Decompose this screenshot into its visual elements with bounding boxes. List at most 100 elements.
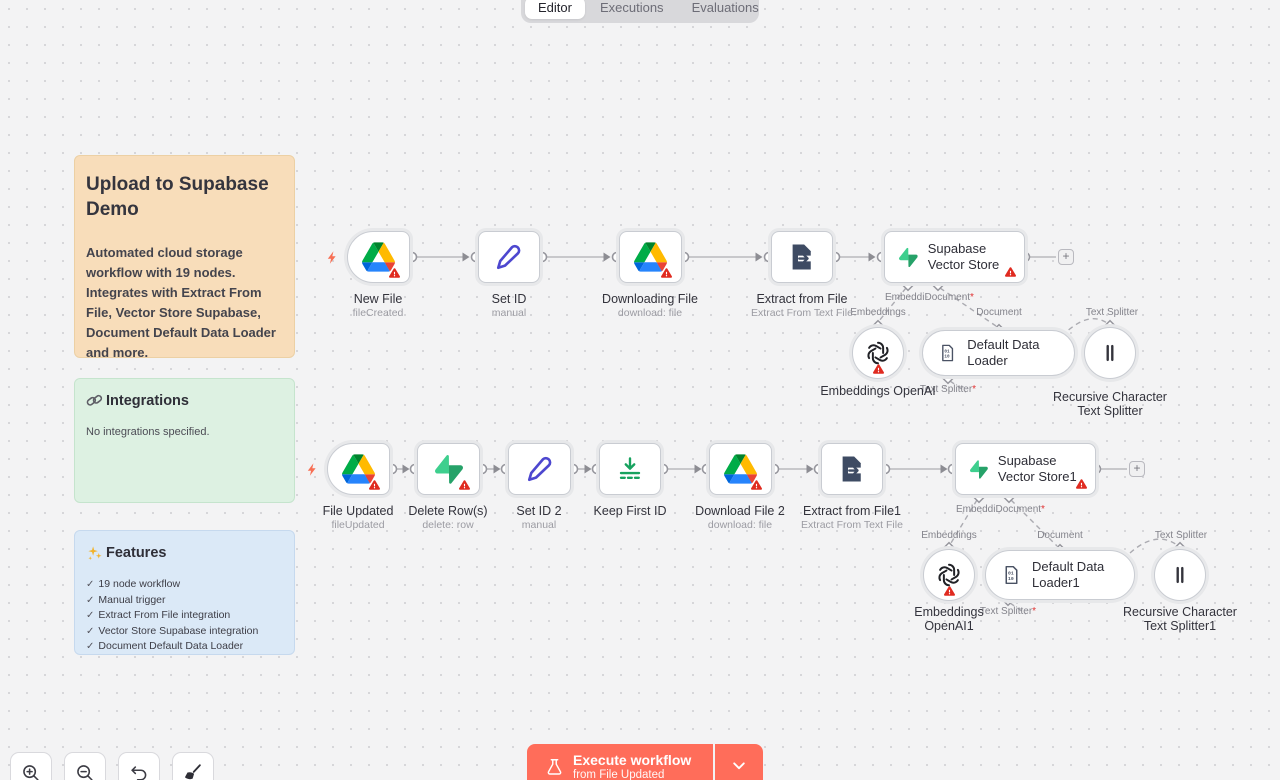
- node-set-id-2[interactable]: [508, 443, 571, 495]
- warning-icon: [872, 363, 885, 375]
- feature-item: ✓Extract From File integration: [86, 608, 283, 624]
- warning-icon: [1004, 266, 1017, 278]
- check-icon: ✓: [86, 595, 94, 606]
- port-label: Document: [969, 307, 1029, 318]
- note-title: Integrations: [106, 393, 189, 409]
- node-label: Embeddings OpenAI1: [889, 605, 1009, 634]
- node-label: Download File 2: [680, 504, 800, 518]
- note-title: Upload to Supabase Demo: [86, 173, 283, 222]
- check-icon: ✓: [86, 579, 94, 590]
- text-splitter-icon: [1099, 341, 1121, 365]
- warning-icon: [1075, 478, 1088, 490]
- text-splitter-icon: [1169, 563, 1191, 587]
- extract-file-icon: [837, 454, 867, 484]
- binary-document-icon: [1001, 563, 1022, 587]
- node-label: Recursive Character Text Splitter: [1045, 390, 1175, 419]
- feature-item: ✓Manual trigger: [86, 593, 283, 609]
- feature-item: ✓Vector Store Supabase integration: [86, 624, 283, 640]
- tab-evaluations[interactable]: Evaluations: [679, 0, 772, 19]
- port-label-embedding: EmbeddiDocument*: [885, 292, 974, 303]
- warning-icon: [943, 585, 956, 597]
- node-label: Extract from File1: [792, 504, 912, 518]
- node-label: Recursive Character Text Splitter1: [1110, 605, 1250, 634]
- node-label: Downloading File: [590, 292, 710, 306]
- reset-zoom-button[interactable]: [118, 752, 160, 780]
- node-download-file-2[interactable]: [709, 443, 772, 495]
- zoom-out-icon: [74, 762, 96, 780]
- warning-icon: [458, 479, 471, 491]
- zoom-out-button[interactable]: [64, 752, 106, 780]
- node-delete-rows[interactable]: [417, 443, 480, 495]
- undo-icon: [128, 762, 150, 780]
- node-label: New File: [318, 292, 438, 306]
- warning-icon: [660, 267, 673, 279]
- extract-file-icon: [787, 242, 817, 272]
- add-node-button[interactable]: +: [1129, 461, 1145, 477]
- execute-sublabel: from File Updated: [573, 769, 691, 780]
- sparkles-icon: [86, 544, 103, 561]
- node-recursive-text-splitter[interactable]: [1084, 327, 1136, 379]
- node-label: Keep First ID: [570, 504, 690, 518]
- node-extract-from-file[interactable]: [771, 231, 833, 283]
- pen-icon: [494, 242, 524, 272]
- node-label: Set ID: [449, 292, 569, 306]
- warning-icon: [368, 479, 381, 491]
- node-supabase-vector-store1[interactable]: Supabase Vector Store1: [955, 443, 1096, 495]
- port-label: Text Splitter: [1077, 307, 1147, 318]
- node-new-file[interactable]: [347, 231, 410, 283]
- execute-workflow-button[interactable]: Execute workflow from File Updated: [527, 744, 713, 780]
- port-label-embedding: EmbeddiDocument*: [956, 504, 1045, 515]
- node-downloading-file[interactable]: [619, 231, 682, 283]
- features-list: ✓19 node workflow ✓Manual trigger ✓Extra…: [86, 577, 283, 655]
- warning-icon: [388, 267, 401, 279]
- node-sublabel: manual: [449, 307, 569, 319]
- node-keep-first-id[interactable]: [599, 443, 661, 495]
- supabase-icon: [970, 456, 988, 483]
- node-default-data-loader1[interactable]: Default Data Loader1: [985, 550, 1135, 600]
- warning-icon: [750, 479, 763, 491]
- feature-item: ✓Document Default Data Loader integratio…: [86, 639, 283, 655]
- zoom-in-button[interactable]: [10, 752, 52, 780]
- pen-icon: [525, 454, 555, 484]
- node-default-data-loader[interactable]: Default Data Loader: [922, 330, 1075, 376]
- port-label: Document: [1030, 530, 1090, 541]
- supabase-icon: [899, 244, 918, 271]
- node-label: Extract from File: [742, 292, 862, 306]
- add-node-button[interactable]: +: [1058, 249, 1074, 265]
- sticky-note-features[interactable]: Features ✓19 node workflow ✓Manual trigg…: [74, 530, 295, 655]
- node-sublabel: manual: [479, 519, 599, 531]
- trigger-bolt-icon: [325, 249, 340, 266]
- node-set-id[interactable]: [478, 231, 540, 283]
- execute-options-dropdown[interactable]: [715, 744, 763, 780]
- node-sublabel: fileCreated: [318, 307, 438, 319]
- workflow-canvas[interactable]: 01 10: [0, 0, 1280, 780]
- execute-label: Execute workflow: [573, 752, 691, 768]
- remove-duplicates-icon: [615, 454, 645, 484]
- tidy-up-button[interactable]: [172, 752, 214, 780]
- binary-document-icon: [938, 341, 957, 365]
- node-sublabel: Extract From Text File: [742, 307, 862, 319]
- sticky-note-overview[interactable]: Upload to Supabase Demo Automated cloud …: [74, 155, 295, 358]
- flask-icon: [545, 757, 564, 776]
- note-body: No integrations specified.: [86, 426, 283, 438]
- check-icon: ✓: [86, 626, 94, 637]
- node-supabase-vector-store[interactable]: Supabase Vector Store: [884, 231, 1025, 283]
- node-file-updated[interactable]: [327, 443, 390, 495]
- node-extract-from-file1[interactable]: [821, 443, 883, 495]
- tab-executions[interactable]: Executions: [587, 0, 677, 19]
- node-inline-label: Default Data Loader: [967, 337, 1074, 370]
- check-icon: ✓: [86, 641, 94, 652]
- port-label: Embeddings: [921, 530, 977, 541]
- link-icon: [86, 392, 103, 409]
- sticky-note-integrations[interactable]: Integrations No integrations specified.: [74, 378, 295, 503]
- view-tabbar: Editor Executions Evaluations: [521, 0, 759, 23]
- tab-editor[interactable]: Editor: [525, 0, 585, 19]
- zoom-in-icon: [20, 762, 42, 780]
- feature-item: ✓19 node workflow: [86, 577, 283, 593]
- chevron-down-icon: [732, 761, 746, 771]
- check-icon: ✓: [86, 610, 94, 621]
- node-sublabel: Extract From Text File: [792, 519, 912, 531]
- node-embeddings-openai1[interactable]: [923, 549, 975, 601]
- node-embeddings-openai[interactable]: [852, 327, 904, 379]
- node-recursive-text-splitter1[interactable]: [1154, 549, 1206, 601]
